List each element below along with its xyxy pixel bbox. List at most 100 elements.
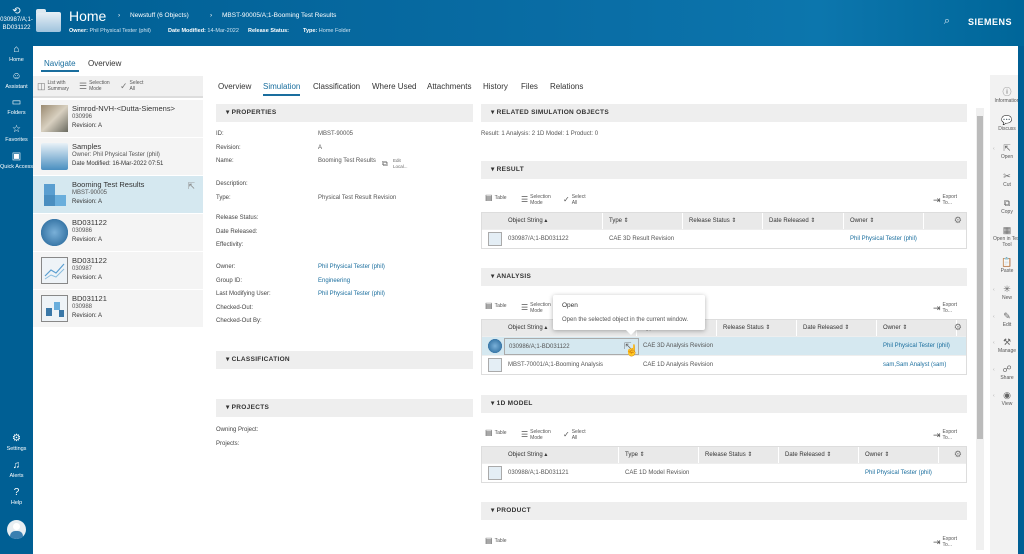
nav-quick-access[interactable]: ▣Quick Access [0,151,33,170]
last-modifier-link[interactable]: Phil Physical Tester (phil) [318,291,385,297]
col-owner[interactable]: Owner ⇕ [844,213,924,229]
tab-simulation[interactable]: Simulation [263,82,300,91]
cell-object: 030988/A;1-BD031121 [508,464,569,483]
col-release-status[interactable]: Release Status ⇕ [683,213,763,229]
tab-navigate[interactable]: Navigate [44,59,76,68]
nav-settings[interactable]: ⚙Settings [0,433,33,452]
col-release-status[interactable]: Release Status ⇕ [717,320,797,336]
col-date-released[interactable]: Date Released ⇕ [779,447,859,463]
col-owner[interactable]: Owner ⇕ [877,320,957,336]
table-view-button[interactable]: ▤Table [485,538,507,544]
select-all-button[interactable]: ✓Select All [120,80,150,92]
assistant-icon: ☺ [0,71,33,83]
selection-mode-button[interactable]: ☰Selection Mode [79,80,117,92]
list-item[interactable]: Simrod-NVH-<Dutta-Siemens> 030996 Revisi… [33,100,203,138]
related-section-header[interactable]: ▾ RELATED SIMULATION OBJECTS [481,104,967,122]
table-icon: ▤ [485,195,493,201]
col-object-string[interactable]: Object String ▴ [482,213,603,229]
nav-help[interactable]: ?Help [0,487,33,506]
col-object-string[interactable]: Object String ▴ [482,447,619,463]
col-label: Owner [883,325,901,331]
search-icon[interactable]: ⌕ [944,15,950,28]
bell-icon: ♫ [0,460,33,472]
tab-attachments[interactable]: Attachments [427,82,471,91]
tab-where-used[interactable]: Where Used [372,82,416,91]
selection-label: Selection Mode [530,429,552,441]
nav-home[interactable]: ⌂Home [0,44,33,63]
nav-folders[interactable]: ▭Folders [0,97,33,116]
col-type[interactable]: Type ⇕ [603,213,683,229]
col-owner[interactable]: Owner ⇕ [859,447,939,463]
col-date-released[interactable]: Date Released ⇕ [797,320,877,336]
nav-favorites[interactable]: ☆Favorites [0,124,33,143]
model-icon [41,295,68,322]
open-icon[interactable]: ⇱ [187,181,195,192]
nav-alerts[interactable]: ♫Alerts [0,460,33,479]
breadcrumb-object[interactable]: MBST-90005/A;1-Booming Test Results [222,12,336,19]
col-release-status[interactable]: Release Status ⇕ [699,447,779,463]
group-link[interactable]: Engineering [318,278,350,284]
tab-overview-main[interactable]: Overview [218,82,251,91]
user-avatar[interactable] [7,520,26,539]
model-section-header[interactable]: ▾ 1D MODEL [481,395,967,413]
edit-local-icon[interactable]: ⧉ [382,159,388,169]
page-title[interactable]: Home [69,8,106,24]
product-section-header[interactable]: ▾ PRODUCT [481,502,967,520]
export-button[interactable]: ⇥Export To... [933,536,959,548]
cell-owner-link[interactable]: Phil Physical Tester (phil) [883,337,950,356]
list-item[interactable]: BD031121 030988 Revision: A [33,290,203,328]
cell-owner-link[interactable]: Phil Physical Tester (phil) [850,230,917,249]
col-type[interactable]: Type ⇕ [619,447,699,463]
meta-date-value: 14-Mar-2022 [207,28,239,34]
list-item[interactable]: Samples Owner: Phil Physical Tester (phi… [33,138,203,176]
chart-icon [41,257,68,284]
cell-owner-link[interactable]: sam,Sam Analyst (sam) [883,356,946,375]
scrollbar-thumb[interactable] [977,116,983,439]
col-date-released[interactable]: Date Released ⇕ [763,213,844,229]
table-row[interactable]: 030987/A;1-BD031122 CAE 3D Result Revisi… [482,229,966,248]
list-item-selected[interactable]: Booming Test Results MBST-90005 Revision… [33,176,203,214]
selection-mode-button[interactable]: ☰Selection Mode [521,194,552,206]
tab-history[interactable]: History [483,82,508,91]
properties-section-header[interactable]: ▾ PROPERTIES [216,104,473,122]
list-item[interactable]: BD031122 030987 Revision: A [33,252,203,290]
cell-type: CAE 1D Model Revision [625,464,689,483]
tab-overview[interactable]: Overview [88,59,121,68]
prop-label: Checked-Out: [216,305,253,311]
table-icon: ▤ [485,430,493,436]
breadcrumb-newstuff[interactable]: Newstuff (6 Objects) [130,12,189,19]
col-label: Object String [508,452,543,458]
table-row[interactable]: MBST-70001/A;1-Booming Analysis CAE 1D A… [482,355,966,374]
column-settings-icon[interactable]: ⚙ [954,215,962,226]
tab-files[interactable]: Files [521,82,538,91]
analysis-section-header[interactable]: ▾ ANALYSIS [481,268,967,286]
export-button[interactable]: ⇥Export To... [933,429,959,441]
list-item[interactable]: BD031122 030986 Revision: A [33,214,203,252]
current-object-button[interactable]: ⟲030987/A;1-BD031122 [0,8,33,32]
column-settings-icon[interactable]: ⚙ [954,449,962,460]
export-button[interactable]: ⇥Export To... [933,194,959,206]
nav-assistant[interactable]: ☺Assistant [0,71,33,90]
tab-relations[interactable]: Relations [550,82,583,91]
table-row[interactable]: 030988/A;1-BD031121 CAE 1D Model Revisio… [482,463,966,482]
projects-section-header[interactable]: ▾ PROJECTS [216,399,473,417]
table-view-button[interactable]: ▤Table [485,195,507,201]
tab-classification[interactable]: Classification [313,82,360,91]
table-view-button[interactable]: ▤Table [485,430,507,436]
list-with-summary-button[interactable]: ◫List with Summary [37,80,77,92]
select-all-button[interactable]: ✓Select All [563,194,584,206]
cell-owner-link[interactable]: Phil Physical Tester (phil) [865,464,932,483]
classification-section-header[interactable]: ▾ CLASSIFICATION [216,351,473,369]
selection-mode-button[interactable]: ☰Selection Mode [521,429,552,441]
edit-local-button[interactable]: Edit Local... [393,158,411,170]
main-scrollbar[interactable] [976,108,984,550]
column-settings-icon[interactable]: ⚙ [954,322,962,333]
projects-title: PROJECTS [232,404,269,411]
table-row-selected[interactable]: 030986/A;1-BD031122 ⇱ CAE 3D Analysis Re… [482,336,966,355]
export-button[interactable]: ⇥Export To... [933,302,959,314]
owner-link[interactable]: Phil Physical Tester (phil) [318,264,385,270]
result-section-header[interactable]: ▾ RESULT [481,161,967,179]
selection-mode-button[interactable]: ☰Selection Mode [521,302,552,314]
table-view-button[interactable]: ▤Table [485,303,507,309]
select-all-button[interactable]: ✓Select All [563,429,584,441]
